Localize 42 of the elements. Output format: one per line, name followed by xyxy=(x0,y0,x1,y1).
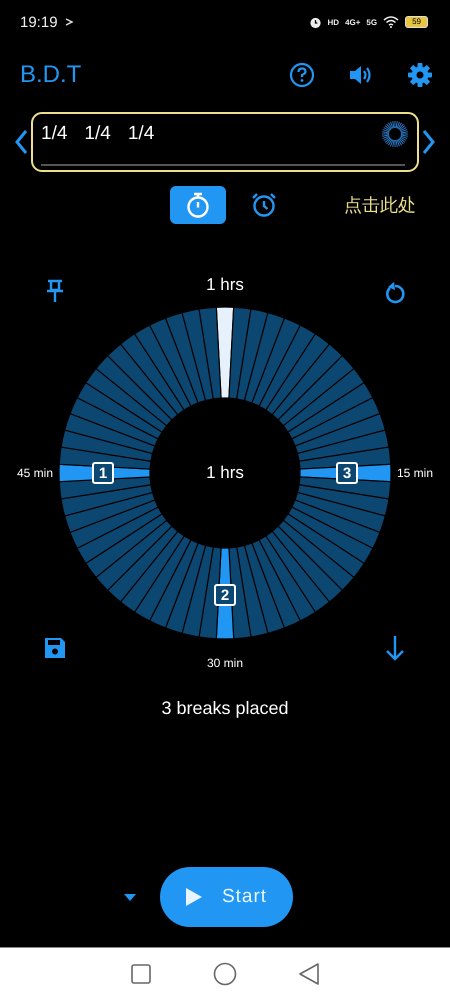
break-marker[interactable]: 3 xyxy=(336,462,358,484)
dial-top-label: 1 hrs xyxy=(206,275,244,295)
hint-text: 点击此处 xyxy=(344,194,416,217)
break-time-label: 30 min xyxy=(206,656,244,670)
battery-level: 59 xyxy=(405,16,428,28)
fraction-text: 1/4 xyxy=(41,123,68,145)
back-icon[interactable] xyxy=(299,963,319,985)
pin-icon[interactable] xyxy=(45,279,65,303)
break-marker[interactable]: 1 xyxy=(92,462,114,484)
dropdown-caret-icon[interactable] xyxy=(124,894,136,900)
stopwatch-icon xyxy=(185,191,211,219)
save-icon[interactable] xyxy=(44,637,66,659)
fraction-text: 1/4 xyxy=(84,123,111,145)
network-label: 5G xyxy=(366,18,378,26)
home-icon[interactable] xyxy=(213,962,237,986)
wifi-icon xyxy=(383,16,400,28)
network-label: 4G+ xyxy=(345,18,360,26)
break-time-label: 15 min xyxy=(396,466,434,480)
alarm-icon xyxy=(308,16,322,28)
cast-icon xyxy=(64,17,74,27)
sunburst-icon xyxy=(381,120,409,148)
play-icon xyxy=(186,888,202,906)
reset-icon[interactable] xyxy=(384,281,406,305)
breaks-summary: 3 breaks placed xyxy=(161,698,289,719)
recents-icon[interactable] xyxy=(131,964,151,984)
settings-icon[interactable] xyxy=(407,62,433,88)
sequence-field[interactable]: 1/4 1/4 1/4 xyxy=(31,112,419,172)
previous-chevron-icon[interactable] xyxy=(14,129,28,155)
break-marker[interactable]: 2 xyxy=(214,584,236,606)
app-title: B.D.T xyxy=(20,61,82,89)
dial-segment[interactable] xyxy=(198,306,222,400)
status-time: 19:19 xyxy=(20,14,58,30)
dial-center-label: 1 hrs xyxy=(206,463,244,483)
timer-mode-tab[interactable] xyxy=(170,186,226,224)
break-time-label: 45 min xyxy=(16,466,54,480)
help-icon[interactable] xyxy=(289,62,315,88)
dial-segment[interactable] xyxy=(228,306,252,400)
alarm-clock-icon xyxy=(250,191,278,219)
down-arrow-icon[interactable] xyxy=(386,635,404,661)
next-chevron-icon[interactable] xyxy=(422,129,436,155)
network-label: HD xyxy=(328,18,340,26)
fraction-text: 1/4 xyxy=(128,123,154,145)
